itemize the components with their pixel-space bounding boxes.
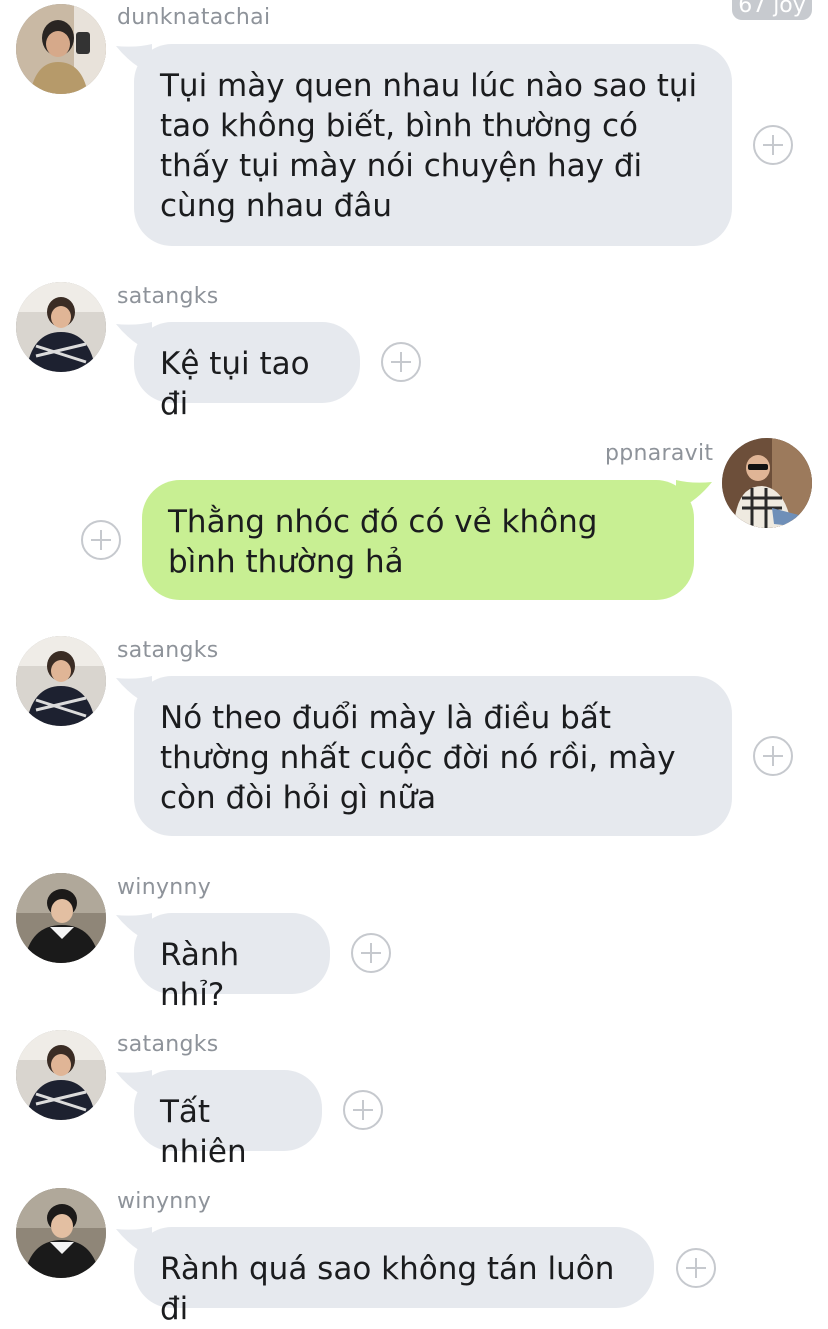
unread-badge: 67 joy (732, 0, 812, 20)
message-bubble[interactable]: Thằng nhóc đó có vẻ không bình thường hả (142, 480, 694, 600)
username: ppnaravit (605, 441, 714, 466)
message-bubble[interactable]: Rành nhỉ? (134, 913, 330, 1013)
username: winynny (117, 875, 212, 900)
plus-circle-icon[interactable] (81, 520, 121, 560)
username: satangks (117, 1032, 219, 1057)
avatar-photo (16, 4, 106, 94)
username: winynny (117, 1189, 212, 1214)
avatar-winynny[interactable] (16, 873, 106, 963)
plus-circle-icon[interactable] (381, 342, 421, 382)
plus-circle-icon[interactable] (676, 1248, 716, 1288)
avatar-photo (16, 873, 106, 963)
message-bubble[interactable]: Nó theo đuổi mày là điều bất thường nhất… (134, 676, 732, 836)
avatar-satangks[interactable] (16, 282, 106, 372)
plus-circle-icon[interactable] (351, 933, 391, 973)
avatar-photo (722, 438, 812, 528)
avatar-photo (16, 636, 106, 726)
plus-circle-icon[interactable] (753, 125, 793, 165)
avatar-winynny[interactable] (16, 1188, 106, 1278)
message-bubble[interactable]: Tất nhiên (134, 1070, 322, 1170)
avatar-dunknatachai[interactable] (16, 4, 106, 94)
plus-circle-icon[interactable] (753, 736, 793, 776)
message-bubble[interactable]: Tụi mày quen nhau lúc nào sao tụi tao kh… (134, 44, 732, 246)
avatar-satangks[interactable] (16, 636, 106, 726)
avatar-ppnaravit[interactable] (722, 438, 812, 528)
username: dunknatachai (117, 5, 271, 30)
username: satangks (117, 284, 219, 309)
avatar-satangks[interactable] (16, 1030, 106, 1120)
message-bubble[interactable]: Kệ tụi tao đi (134, 322, 360, 422)
avatar-photo (16, 1188, 106, 1278)
message-bubble[interactable]: Rành quá sao không tán luôn đi (134, 1227, 654, 1327)
plus-circle-icon[interactable] (343, 1090, 383, 1130)
avatar-photo (16, 1030, 106, 1120)
avatar-photo (16, 282, 106, 372)
username: satangks (117, 638, 219, 663)
